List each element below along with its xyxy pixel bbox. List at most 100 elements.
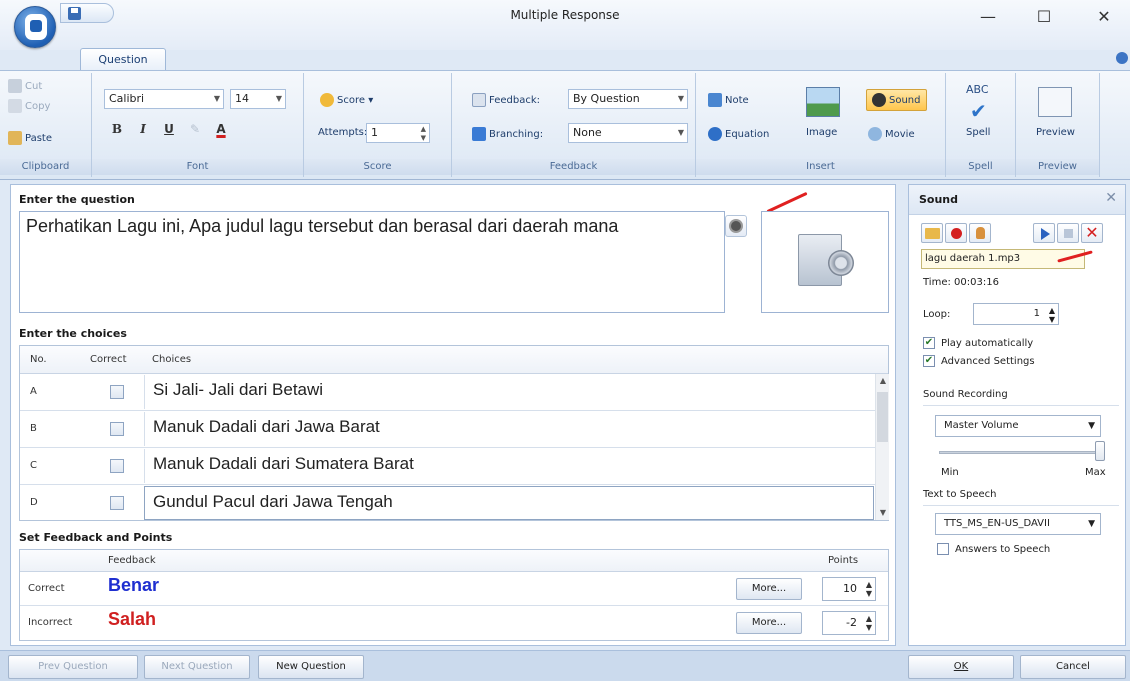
score-group: Score ▾ Attempts: 1 ▲ ▼ Score <box>304 73 452 177</box>
close-icon[interactable]: ✕ <box>1105 190 1117 206</box>
cancel-button[interactable]: Cancel <box>1020 655 1126 679</box>
insert-group: Note Equation Image Sound Movie Insert <box>696 73 946 177</box>
sound-recording-select[interactable]: Master Volume ▼ <box>935 415 1101 437</box>
choice-text-input-active[interactable]: Gundul Pacul dari Jawa Tengah <box>144 486 874 520</box>
branching-label: Branching: <box>472 127 543 141</box>
correct-checkbox[interactable] <box>110 422 124 436</box>
choice-text-input[interactable]: Manuk Dadali dari Sumatera Barat <box>144 449 886 483</box>
font-size-select[interactable]: 14 ▼ <box>230 89 286 109</box>
choices-header: No. Correct Choices <box>20 346 888 374</box>
bold-button[interactable]: B <box>106 119 128 139</box>
play-icon[interactable] <box>1033 223 1055 243</box>
minimize-button[interactable]: — <box>968 4 1008 30</box>
maximize-button[interactable]: ☐ <box>1024 4 1064 30</box>
attempts-label: Attempts: <box>318 127 368 138</box>
clipboard-group-label: Clipboard <box>0 159 91 175</box>
copy-icon <box>8 99 22 113</box>
points-stepper[interactable]: -2 ▲ ▼ <box>822 611 876 635</box>
scissors-icon <box>8 79 22 93</box>
feedback-table: Feedback Points Correct Benar More... 10… <box>19 549 889 641</box>
preview-button[interactable]: Preview <box>1036 127 1075 138</box>
points-stepper[interactable]: 10 ▲ ▼ <box>822 577 876 601</box>
volume-slider-handle[interactable] <box>1095 441 1105 461</box>
header-correct: Correct <box>90 354 127 365</box>
text-to-speech-label: Text to Speech <box>923 489 997 500</box>
tts-voice-select[interactable]: TTS_MS_EN-US_DAVII ▼ <box>935 513 1101 535</box>
choices-table: No. Correct Choices A Si Jali- Jali dari… <box>19 345 889 521</box>
branching-select[interactable]: None ▼ <box>568 123 688 143</box>
paste-button[interactable]: Paste <box>8 131 52 145</box>
spell-group-label: Spell <box>946 159 1015 175</box>
italic-button[interactable]: I <box>132 119 154 139</box>
choice-text-input[interactable]: Si Jali- Jali dari Betawi <box>144 375 886 409</box>
new-question-button[interactable]: New Question <box>258 655 364 679</box>
loop-stepper[interactable]: 1 ▲ ▼ <box>973 303 1059 325</box>
record-icon[interactable] <box>725 215 747 237</box>
window-title: Multiple Response <box>510 8 620 22</box>
choices-scrollbar[interactable]: ▲ ▼ <box>875 374 889 520</box>
attempts-stepper[interactable]: 1 ▲ ▼ <box>366 123 430 143</box>
correct-checkbox[interactable] <box>110 385 124 399</box>
sound-recording-label: Sound Recording <box>923 389 1008 400</box>
question-text-input[interactable]: Perhatikan Lagu ini, Apa judul lagu ters… <box>19 211 725 313</box>
feedback-group-label: Feedback <box>452 159 695 175</box>
scroll-up-icon[interactable]: ▲ <box>876 374 890 388</box>
branching-icon <box>472 127 486 141</box>
more-button[interactable]: More... <box>736 578 802 600</box>
loop-label: Loop: <box>923 309 951 320</box>
choice-letter: C <box>30 460 37 471</box>
note-button[interactable]: Note <box>708 93 749 107</box>
record-icon[interactable] <box>945 223 967 243</box>
checkmark-icon: ✔ <box>970 99 987 123</box>
image-button[interactable]: Image <box>806 127 837 138</box>
film-reel-icon <box>868 127 882 141</box>
spell-button[interactable]: Spell <box>966 127 990 138</box>
choice-row: D Gundul Pacul dari Jawa Tengah <box>20 485 888 522</box>
voice-icon[interactable] <box>969 223 991 243</box>
advanced-settings-checkbox[interactable]: ✔ <box>923 355 935 367</box>
choice-text-input[interactable]: Manuk Dadali dari Jawa Barat <box>144 412 886 446</box>
movie-button[interactable]: Movie <box>868 127 915 141</box>
feedback-icon <box>472 93 486 107</box>
next-question-button[interactable]: Next Question <box>144 655 250 679</box>
correct-checkbox[interactable] <box>110 459 124 473</box>
highlight-icon[interactable]: ✎ <box>184 119 206 139</box>
feedback-text-input[interactable]: Benar <box>108 575 159 596</box>
footer-bar: Prev Question Next Question New Question… <box>0 650 1130 681</box>
answers-to-speech-checkbox[interactable] <box>937 543 949 555</box>
volume-slider-track[interactable] <box>939 451 1105 454</box>
more-button[interactable]: More... <box>736 612 802 634</box>
header-points: Points <box>828 555 859 566</box>
play-automatically-label: Play automatically <box>941 338 1034 349</box>
close-button[interactable]: ✕ <box>1084 4 1124 30</box>
tab-question[interactable]: Question <box>80 48 166 71</box>
cut-button[interactable]: Cut <box>8 79 42 93</box>
correct-checkbox[interactable] <box>110 496 124 510</box>
time-value: 00:03:16 <box>954 277 999 288</box>
underline-button[interactable]: U <box>158 119 180 139</box>
scroll-thumb[interactable] <box>877 392 888 442</box>
media-thumbnail[interactable] <box>761 211 889 313</box>
font-family-select[interactable]: Calibri ▼ <box>104 89 224 109</box>
ok-button[interactable]: OK <box>908 655 1014 679</box>
feedback-text-input[interactable]: Salah <box>108 609 156 630</box>
sound-button[interactable]: Sound <box>866 89 927 111</box>
stop-icon[interactable] <box>1057 223 1079 243</box>
delete-icon[interactable]: ✕ <box>1081 223 1103 243</box>
help-icon[interactable] <box>1116 52 1128 64</box>
preview-group: Preview Preview <box>1016 73 1100 177</box>
annotation-marker <box>766 191 808 214</box>
score-button[interactable]: Score ▾ <box>320 93 373 107</box>
choice-row: A Si Jali- Jali dari Betawi <box>20 374 888 411</box>
prev-question-button[interactable]: Prev Question <box>8 655 138 679</box>
font-color-button[interactable]: A <box>210 119 232 139</box>
clipboard-group: Cut Copy Paste Clipboard <box>0 73 92 177</box>
open-folder-icon[interactable] <box>921 223 943 243</box>
scroll-down-icon[interactable]: ▼ <box>876 506 890 520</box>
play-automatically-checkbox[interactable]: ✔ <box>923 337 935 349</box>
feedback-select[interactable]: By Question ▼ <box>568 89 688 109</box>
equation-button[interactable]: Equation <box>708 127 769 141</box>
choice-letter: D <box>30 497 38 508</box>
copy-button[interactable]: Copy <box>8 99 50 113</box>
font-group-label: Font <box>92 159 303 175</box>
